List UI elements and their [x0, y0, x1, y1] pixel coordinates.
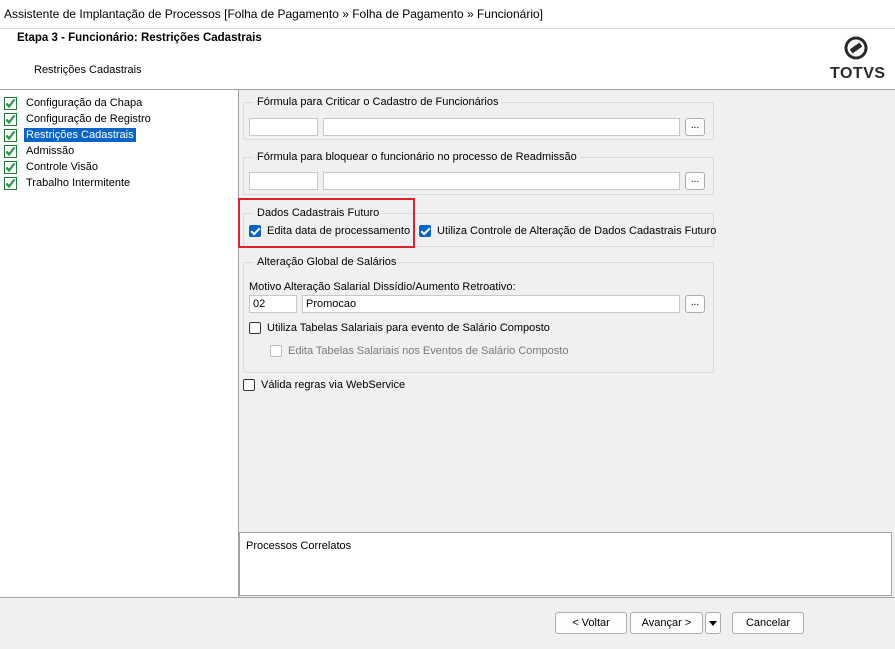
tree-item-label: Configuração de Registro	[26, 113, 151, 125]
green-check-icon	[4, 160, 17, 174]
main-panel: Fórmula para Criticar o Cadastro de Func…	[240, 90, 893, 532]
green-check-icon	[4, 128, 17, 142]
checkbox-label: Utiliza Controle de Alteração de Dados C…	[437, 225, 717, 237]
utiliza-controle-checkbox[interactable]: Utiliza Controle de Alteração de Dados C…	[419, 225, 716, 237]
tree-item-controle-visao[interactable]: Controle Visão	[4, 159, 100, 175]
tree-item-trabalho-intermitente[interactable]: Trabalho Intermitente	[4, 175, 132, 191]
next-dropdown-button[interactable]	[705, 612, 721, 634]
processos-correlatos-panel: Processos Correlatos	[239, 532, 892, 596]
group-title: Fórmula para bloquear o funcionário no p…	[254, 151, 580, 163]
checkbox-box[interactable]	[249, 322, 261, 334]
green-check-icon	[4, 144, 17, 158]
tree-item-label: Admissão	[26, 145, 75, 157]
next-button[interactable]: Avançar >	[630, 612, 703, 634]
green-check-icon	[4, 112, 17, 126]
tree-item-label: Restrições Cadastrais	[24, 128, 136, 142]
valida-webservice-checkbox[interactable]: Válida regras via WebService	[243, 379, 405, 391]
totvs-logo: TOTVS	[827, 36, 885, 86]
formula-critica-code-input[interactable]	[249, 118, 318, 136]
checkbox-box[interactable]	[243, 379, 255, 391]
tree-item-configuracao-chapa[interactable]: Configuração da Chapa	[4, 95, 144, 111]
wizard-header: Etapa 3 - Funcionário: Restrições Cadast…	[0, 29, 895, 90]
window-title: Assistente de Implantação de Processos […	[4, 7, 543, 21]
tabelas-salariais-checkbox[interactable]: Utiliza Tabelas Salariais para evento de…	[249, 322, 550, 334]
formula-bloqueio-code-input[interactable]	[249, 172, 318, 190]
back-button[interactable]: < Voltar	[555, 612, 627, 634]
group-title: Alteração Global de Salários	[254, 256, 400, 268]
related-title: Processos Correlatos	[246, 540, 352, 552]
formula-bloqueio-lookup-button[interactable]: ...	[685, 172, 705, 190]
tree-item-label: Controle Visão	[26, 161, 98, 173]
group-title: Fórmula para Criticar o Cadastro de Func…	[254, 96, 502, 108]
tree-item-admissao[interactable]: Admissão	[4, 143, 76, 159]
totvs-logo-icon	[844, 36, 868, 60]
tree-item-configuracao-registro[interactable]: Configuração de Registro	[4, 111, 153, 127]
red-highlight-box	[238, 198, 415, 248]
checkbox-label: Edita Tabelas Salariais nos Eventos de S…	[288, 345, 569, 357]
title-bar: Assistente de Implantação de Processos […	[0, 0, 895, 29]
checkbox-label: Utiliza Tabelas Salariais para evento de…	[267, 322, 550, 334]
step-title: Etapa 3 - Funcionário: Restrições Cadast…	[17, 32, 262, 44]
green-check-icon	[4, 96, 17, 110]
logo-text: TOTVS	[830, 65, 886, 82]
checkbox-box[interactable]	[419, 225, 431, 237]
checkbox-box	[270, 345, 282, 357]
edita-tabelas-checkbox: Edita Tabelas Salariais nos Eventos de S…	[270, 345, 568, 357]
motivo-description-input[interactable]: Promocao	[302, 295, 680, 313]
checkbox-label: Válida regras via WebService	[261, 379, 406, 391]
cancel-button[interactable]: Cancelar	[732, 612, 804, 634]
motivo-label: Motivo Alteração Salarial Dissídio/Aumen…	[249, 281, 516, 293]
button-bar: < Voltar Avançar > Cancelar	[0, 597, 895, 649]
tree-item-label: Configuração da Chapa	[26, 97, 143, 109]
tree-item-restricoes-cadastrais[interactable]: Restrições Cadastrais	[4, 127, 136, 143]
green-check-icon	[4, 176, 17, 190]
motivo-code-input[interactable]: 02	[249, 295, 297, 313]
formula-bloqueio-description-input[interactable]	[323, 172, 680, 190]
step-subtitle: Restrições Cadastrais	[34, 64, 142, 76]
steps-tree: Configuração da Chapa Configuração de Re…	[0, 90, 239, 597]
motivo-lookup-button[interactable]: ...	[685, 295, 705, 313]
formula-critica-lookup-button[interactable]: ...	[685, 118, 705, 136]
formula-critica-description-input[interactable]	[323, 118, 680, 136]
tree-item-label: Trabalho Intermitente	[26, 177, 131, 189]
